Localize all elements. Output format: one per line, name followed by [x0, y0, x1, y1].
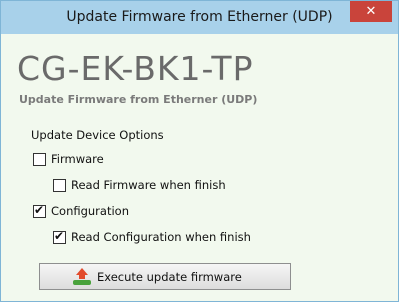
execute-update-label: Execute update firmware	[97, 269, 242, 284]
read-configuration-label: Read Configuration when finish	[71, 230, 251, 244]
firmware-label: Firmware	[51, 152, 104, 166]
read-firmware-label: Read Firmware when finish	[71, 178, 226, 192]
firmware-checkbox[interactable]	[33, 152, 46, 166]
read-firmware-checkbox[interactable]	[53, 178, 66, 192]
device-name: CG-EK-BK1-TP	[17, 49, 254, 88]
configuration-checkbox[interactable]	[33, 203, 46, 218]
read-configuration-checkbox[interactable]	[53, 229, 66, 244]
update-firmware-dialog: Update Firmware from Etherner (UDP) ✕ CG…	[0, 0, 399, 302]
configuration-option[interactable]: Configuration	[33, 203, 129, 219]
upload-icon	[73, 267, 91, 286]
title-bar[interactable]: Update Firmware from Etherner (UDP) ✕	[1, 1, 398, 34]
read-firmware-option[interactable]: Read Firmware when finish	[53, 177, 226, 193]
dialog-body: CG-EK-BK1-TP Update Firmware from Ethern…	[7, 34, 392, 296]
close-button[interactable]: ✕	[350, 1, 392, 22]
firmware-option[interactable]: Firmware	[33, 151, 104, 167]
configuration-label: Configuration	[51, 204, 129, 218]
section-label: Update Device Options	[31, 128, 164, 142]
window-title: Update Firmware from Etherner (UDP)	[66, 9, 333, 25]
execute-update-button[interactable]: Execute update firmware	[39, 263, 291, 290]
read-configuration-option[interactable]: Read Configuration when finish	[53, 229, 251, 245]
subtitle: Update Firmware from Etherner (UDP)	[19, 93, 258, 106]
